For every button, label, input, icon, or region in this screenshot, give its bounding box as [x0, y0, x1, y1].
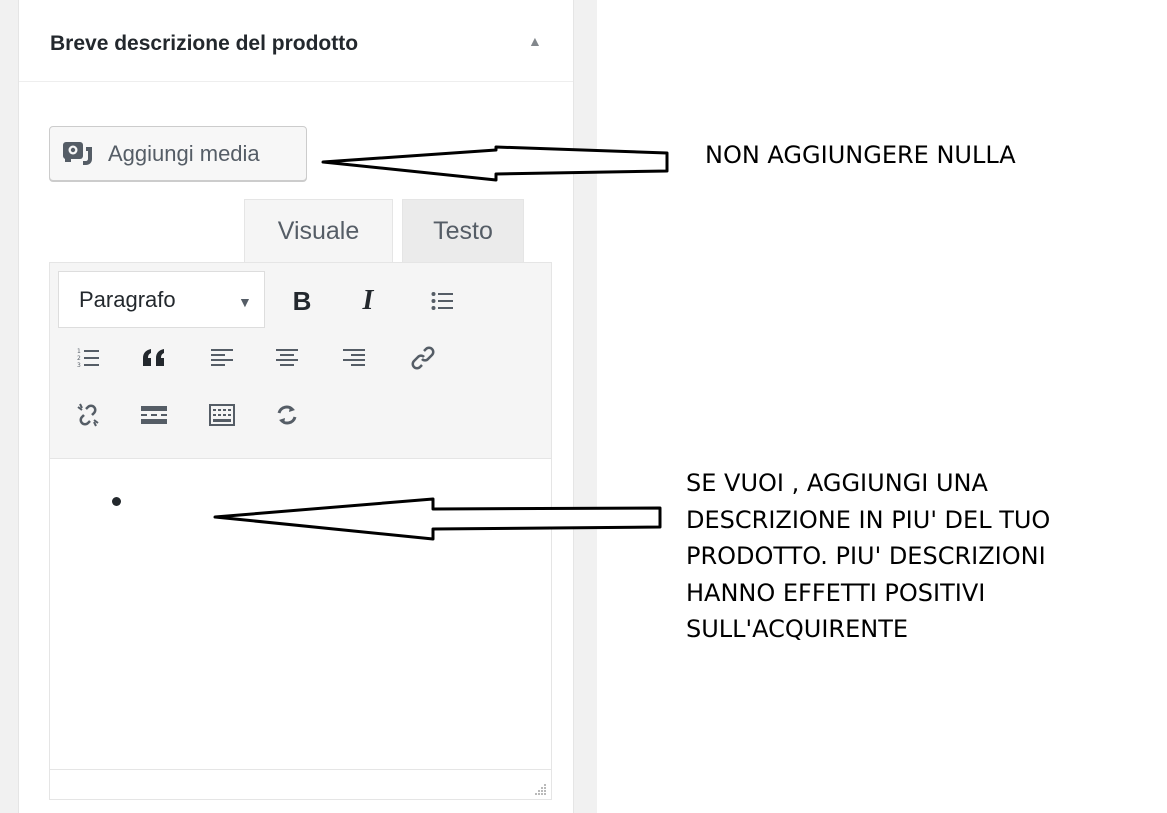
svg-text:1: 1	[77, 348, 81, 355]
annotation-line: SULL'ACQUIRENTE	[686, 615, 909, 643]
svg-text:2: 2	[77, 355, 81, 362]
link-button[interactable]	[401, 336, 445, 380]
italic-button[interactable]: I	[346, 279, 390, 323]
svg-text:3: 3	[77, 362, 81, 369]
metabox-title: Breve descrizione del prodotto	[50, 32, 359, 55]
align-left-button[interactable]	[200, 336, 244, 380]
align-right-button[interactable]	[332, 336, 376, 380]
arrow-up-icon[interactable]: ▲	[528, 33, 542, 49]
tab-text[interactable]: Testo	[402, 199, 524, 263]
list-bullet	[112, 497, 121, 506]
short-description-metabox: Breve descrizione del prodotto ▲ Aggiung…	[18, 0, 574, 813]
annotation-arrow-2	[213, 497, 662, 541]
annotation-arrow-1	[321, 145, 669, 182]
blockquote-icon	[143, 349, 164, 366]
numbered-list-icon: 1 2 3	[77, 348, 99, 369]
annotation-line: SE VUOI , AGGIUNGI UNA	[686, 469, 988, 497]
format-select-value: Paragrafo	[79, 287, 176, 312]
clear-formatting-icon	[277, 405, 297, 425]
toolbar-toggle-icon	[209, 404, 235, 426]
clear-formatting-button[interactable]	[265, 393, 309, 437]
chevron-down-icon: ▼	[238, 294, 252, 310]
unlink-icon	[77, 403, 99, 427]
annotation-line: HANNO EFFETTI POSITIVI	[686, 578, 986, 607]
metabox-header[interactable]: Breve descrizione del prodotto ▲	[19, 0, 573, 82]
blockquote-button[interactable]	[132, 336, 176, 380]
annotation-line: DESCRIZIONE IN PIU' DEL TUO	[686, 505, 1051, 534]
bulleted-list-icon	[431, 292, 453, 310]
bold-icon: B	[292, 285, 312, 316]
italic-icon: I	[362, 285, 374, 316]
editor-status-bar	[50, 769, 551, 799]
read-more-button[interactable]	[132, 393, 176, 437]
bold-button[interactable]: B	[280, 279, 324, 323]
editor-toolbar: Paragrafo ▼ B I 1 2 3	[50, 263, 551, 459]
format-select[interactable]: Paragrafo ▼	[58, 271, 265, 328]
unlink-button[interactable]	[66, 393, 110, 437]
bulleted-list-button[interactable]	[420, 279, 464, 323]
read-more-icon	[141, 406, 167, 424]
align-center-icon	[276, 349, 298, 366]
add-media-button[interactable]: Aggiungi media	[49, 126, 307, 181]
align-right-icon	[343, 349, 365, 366]
annotation-note-no-media: NON AGGIUNGERE NULLA	[705, 141, 1016, 169]
tab-visual[interactable]: Visuale	[244, 199, 393, 263]
align-center-button[interactable]	[265, 336, 309, 380]
link-icon	[411, 346, 435, 370]
add-media-icon	[63, 142, 92, 165]
annotation-line: PRODOTTO. PIU' DESCRIZIONI	[686, 542, 1046, 570]
align-left-icon	[211, 349, 233, 366]
add-media-label: Aggiungi media	[108, 141, 260, 166]
numbered-list-button[interactable]: 1 2 3	[66, 336, 110, 380]
page-background-strip	[0, 0, 8, 813]
toolbar-toggle-button[interactable]	[200, 393, 244, 437]
annotation-note-description: SE VUOI , AGGIUNGI UNA DESCRIZIONE IN PI…	[686, 465, 1050, 648]
resize-handle-icon[interactable]	[535, 783, 547, 795]
